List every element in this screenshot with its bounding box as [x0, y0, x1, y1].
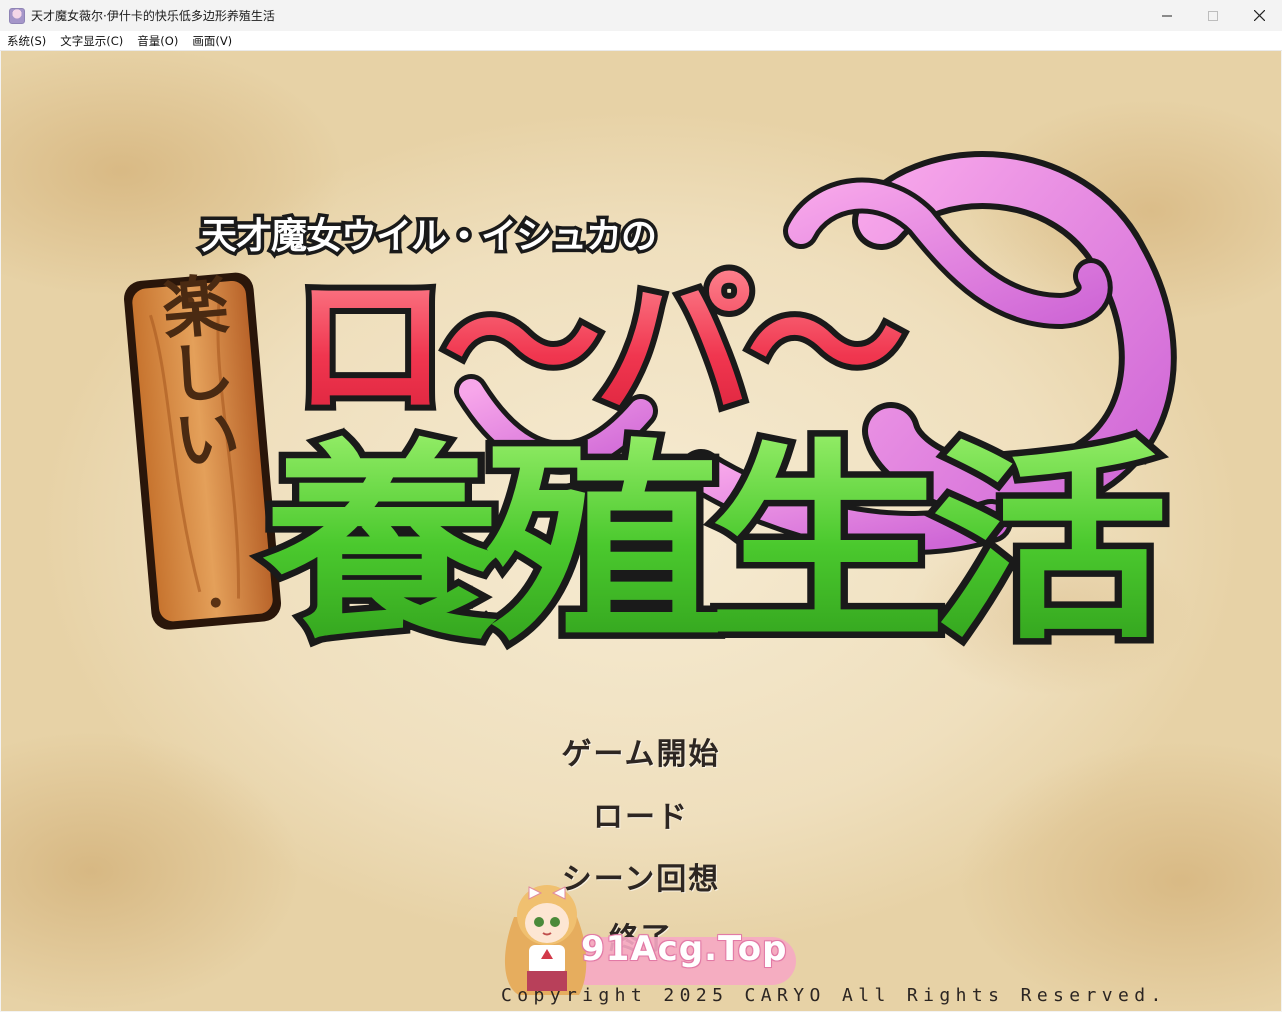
menu-text-display[interactable]: 文字显示(C): [53, 31, 130, 51]
watermark-text: 91Acg.Top: [581, 929, 788, 969]
maximize-button[interactable]: [1190, 0, 1236, 31]
maximize-icon: [1208, 10, 1218, 21]
menu-load[interactable]: ロード: [1, 792, 1281, 836]
watermark: 91Acg.Top: [489, 867, 809, 997]
minimize-icon: [1162, 15, 1172, 16]
wooden-plank: 楽しい: [124, 269, 282, 630]
minimize-button[interactable]: [1144, 0, 1190, 31]
menu-volume[interactable]: 音量(O): [130, 31, 185, 51]
game-logo: 天才魔女ウイル・イシュカの 楽しい ロ〜パ〜 養殖生活: [124, 151, 1184, 675]
close-icon: [1253, 10, 1265, 21]
window-controls: [1144, 0, 1282, 31]
menu-screen[interactable]: 画面(V): [185, 31, 239, 51]
title-bar: 天才魔女薇尔·伊什卡的快乐低多边形养殖生活: [0, 0, 1282, 31]
logo-red-text: ロ〜パ〜: [291, 255, 902, 439]
copyright-notice: Copyright 2025 CARYO All Rights Reserved…: [501, 985, 1167, 1006]
menu-system[interactable]: 系统(S): [0, 31, 53, 51]
title-screen: 天才魔女ウイル・イシュカの 楽しい ロ〜パ〜 養殖生活 ゲーム開始 ロード シー…: [1, 51, 1281, 1011]
logo-subtitle: 天才魔女ウイル・イシュカの: [201, 216, 656, 257]
logo-green-text: 養殖生活: [263, 421, 1163, 668]
window-title: 天才魔女薇尔·伊什卡的快乐低多边形养殖生活: [31, 9, 275, 23]
menu-bar: 系统(S) 文字显示(C) 音量(O) 画面(V): [0, 31, 1282, 51]
menu-start-game[interactable]: ゲーム開始: [1, 729, 1281, 773]
close-button[interactable]: [1236, 0, 1282, 31]
app-icon: [9, 7, 25, 24]
